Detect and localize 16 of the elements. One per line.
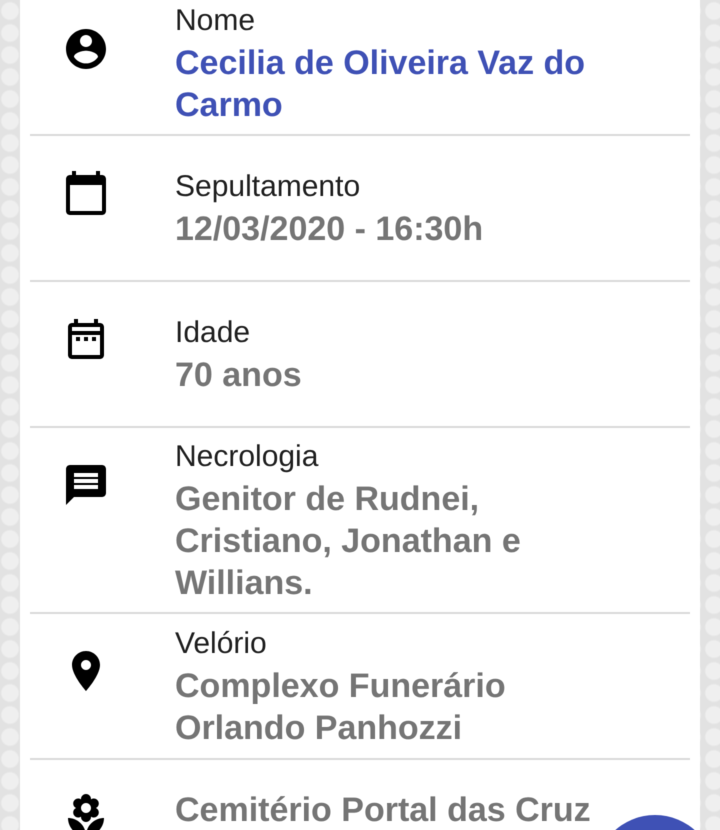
field-value: 12/03/2020 - 16:30h	[175, 209, 484, 250]
field-label: Idade	[175, 315, 250, 351]
calendar-icon	[66, 171, 106, 215]
chat-bubble-icon	[66, 465, 106, 505]
field-value: Cecilia de Oliveira Vaz do Carmo	[175, 43, 586, 126]
calendar-dots-icon	[68, 319, 104, 359]
field-label: Necrologia	[175, 439, 318, 475]
field-value: Complexo Funerário Orlando Panhozzi	[175, 666, 507, 749]
field-label: Sepultamento	[175, 169, 360, 205]
field-value: Genitor de Rudnei, Cristiano, Jonathan e Willians.	[175, 479, 522, 604]
field-label: Nome	[175, 3, 256, 39]
field-label: Velório	[175, 626, 267, 662]
field-value: Cemitério Portal das Cruz	[175, 792, 591, 829]
location-pin-icon	[72, 651, 100, 691]
flower-icon	[68, 794, 104, 830]
field-value: 70 anos	[175, 355, 302, 396]
